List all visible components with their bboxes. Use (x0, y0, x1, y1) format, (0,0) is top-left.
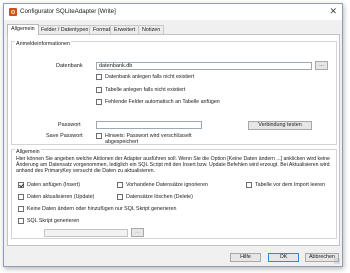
create-table-checkbox-box[interactable] (96, 87, 102, 93)
database-browse-button[interactable]: ... (315, 61, 328, 70)
window-title: Configurator SQLiteAdapter [Write] (20, 8, 116, 15)
create-db-checkbox-box[interactable] (96, 74, 102, 80)
password-label: Passwort (58, 122, 81, 128)
clear-table-label: Tabelle vor dem Import leeren (255, 182, 326, 188)
no-change-checkbox-box[interactable] (18, 206, 24, 212)
save-password-label: Save Passwort (46, 133, 83, 139)
no-change-label: Keine Daten ändern oder hinzufügen nur S… (27, 206, 177, 212)
update-label: Daten aktualisieren (Update) (27, 194, 95, 200)
add-missing-fields-checkbox-box[interactable] (96, 99, 102, 105)
create-table-label: Tabelle anlegen falls nicht existiert (105, 87, 186, 93)
ok-button[interactable]: OK (268, 253, 299, 262)
general-group: Allgemein Hier können Sie angeben welche… (11, 149, 337, 239)
create-db-label: Datenbank anlegen falls nicht existiert (105, 74, 195, 80)
close-icon[interactable]: ✕ (329, 6, 337, 16)
general-description: Hier können Sie angeben welche Aktionen … (16, 156, 338, 175)
tab-felder-datentypen[interactable]: Felder / Datentypen (37, 25, 93, 34)
tab-notizen[interactable]: Notizen (138, 25, 165, 34)
configurator-window: Configurator SQLiteAdapter [Write] ✕ All… (3, 3, 343, 267)
sql-script-path-input[interactable] (44, 229, 128, 237)
sql-script-label: SQL Skript generieren (27, 218, 80, 224)
clear-table-checkbox-box[interactable] (246, 182, 252, 188)
save-password-checkbox-box[interactable] (96, 133, 102, 139)
test-connection-button[interactable]: Verbindung testen (248, 121, 312, 130)
general-group-title: Allgemein (15, 149, 41, 155)
sql-script-browse-button[interactable]: ... (131, 228, 144, 237)
tab-allgemein[interactable]: Allgemein (7, 24, 39, 35)
ignore-existing-label: Vorhandene Datensätze ignorieren (126, 182, 208, 188)
tab-panel-allgemein: Anmeldeinformationen Datenbank datenbank… (7, 34, 340, 246)
update-checkbox-box[interactable] (18, 194, 24, 200)
credentials-group-title: Anmeldeinformationen (15, 41, 71, 47)
general-description-line3: anhand des PrimaryKey versucht die Daten… (16, 168, 155, 175)
delete-checkbox-box[interactable] (117, 194, 123, 200)
ignore-existing-checkbox-box[interactable] (117, 182, 123, 188)
database-input[interactable]: datenbank.db (96, 62, 312, 70)
delete-label: Datensätze löschen (Delete) (126, 194, 193, 200)
password-hint-line2: abgespeichert (105, 139, 139, 145)
add-missing-fields-label: Fehlende Felder automatisch an Tabelle a… (105, 99, 220, 105)
credentials-group: Anmeldeinformationen Datenbank datenbank… (11, 41, 337, 145)
title-bar: Configurator SQLiteAdapter [Write] ✕ (4, 4, 342, 20)
database-label: Datenbank (56, 63, 83, 69)
help-button[interactable]: Hilfe (230, 253, 261, 262)
resize-grip-icon[interactable] (334, 258, 340, 264)
password-input[interactable] (96, 121, 202, 129)
insert-checkbox-box[interactable] (18, 182, 24, 188)
sql-script-checkbox-box[interactable] (18, 218, 24, 224)
app-icon (9, 8, 17, 16)
insert-label: Daten anfügen (Insert) (27, 182, 80, 188)
tab-erweitert[interactable]: Erweitert (110, 25, 140, 34)
